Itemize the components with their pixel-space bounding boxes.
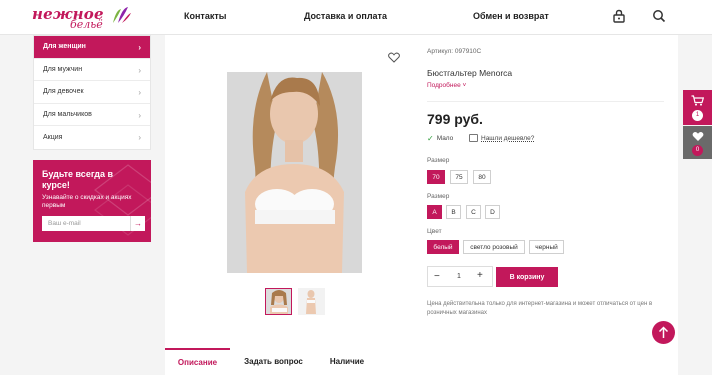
color-option[interactable]: светло розовый [463,240,525,254]
tab-description[interactable]: Описание [165,348,230,375]
size-option[interactable]: 75 [450,170,468,184]
tag-icon [469,134,478,142]
site-logo[interactable]: нежное бельё [30,4,131,32]
stock-label: Мало [436,135,454,142]
heart-icon[interactable] [388,52,400,63]
product-sku: Артикул: 097910C [427,48,482,55]
found-cheaper-link[interactable]: Нашли дешевле? [469,134,534,142]
color-option[interactable]: белый [427,240,459,254]
sidebar-item-boys[interactable]: Для мальчиков › [34,104,150,126]
plus-icon[interactable]: + [477,270,483,281]
site-header: нежное бельё Контакты Доставка и оплата … [0,0,712,35]
tab-ask-question[interactable]: Задать вопрос [232,348,315,375]
quantity-stepper: − 1 + [427,266,493,287]
product-photo [227,72,362,273]
nav-returns[interactable]: Обмен и возврат [473,11,549,21]
chevron-right-icon: › [138,133,141,142]
sidebar-item-label: Для мужчин [43,65,83,73]
arrow-up-icon [658,326,669,338]
product-price: 799 руб. [427,111,483,127]
details-link-label: Подробнее [427,82,461,89]
cup-option[interactable]: A [427,205,442,219]
chevron-right-icon: › [138,88,141,97]
chevron-down-icon: ˅ [462,82,467,89]
logo-text-bottom: бельё [70,18,103,31]
color-label: Цвет [427,228,442,235]
sidebar-item-label: Для мальчиков [43,110,92,118]
side-cart-button[interactable]: 1 [683,90,712,125]
promo-title: Будьте всегда в курсе! [42,169,113,190]
divider [427,101,664,102]
thumbnail-image [266,289,291,314]
nav-contacts[interactable]: Контакты [184,11,226,21]
product-thumbnail[interactable] [265,288,292,315]
sidebar-item-men[interactable]: Для мужчин › [34,59,150,81]
size-label: Размер [427,157,450,164]
promo-subtitle: Узнавайте о скидках и акциях первым [42,194,132,209]
size-option[interactable]: 70 [427,170,445,184]
color-option[interactable]: черный [529,240,564,254]
sidebar-item-label: Для девочек [43,88,84,96]
email-field[interactable]: Ваш e-mail [42,216,130,231]
product-main-image[interactable] [227,72,362,273]
check-icon: ✓ [427,134,434,143]
size-option[interactable]: 80 [473,170,491,184]
tab-availability[interactable]: Наличие [317,348,377,375]
cup-size-label: Размер [427,193,450,200]
add-to-cart-button[interactable]: В корзину [496,267,558,287]
stock-status: ✓ Мало [427,134,453,143]
cart-icon [691,95,704,106]
lock-icon[interactable] [612,9,626,23]
sidebar-item-girls[interactable]: Для девочек › [34,81,150,104]
chevron-right-icon: › [138,43,141,52]
product-thumbnail[interactable] [298,288,325,315]
search-icon[interactable] [652,9,666,23]
cup-option[interactable]: B [446,205,461,219]
category-menu: Для женщин › Для мужчин › Для девочек › … [33,35,151,150]
newsletter-promo: Будьте всегда в курсе! Узнавайте о скидк… [33,160,151,242]
found-cheaper-label: Нашли дешевле? [481,134,535,142]
details-link[interactable]: Подробнее ˅ [427,82,466,89]
scroll-to-top-button[interactable] [652,321,675,344]
logo-flower-icon [113,7,131,23]
sidebar-item-label: Для женщин [43,43,86,51]
chevron-right-icon: › [138,65,141,75]
quantity-value[interactable]: 1 [457,273,461,280]
chevron-right-icon: › [138,110,141,120]
subscribe-arrow-icon[interactable]: → [130,216,145,231]
cup-option[interactable]: D [485,205,500,219]
sidebar-item-women[interactable]: Для женщин › [34,36,150,59]
minus-icon[interactable]: − [434,271,440,282]
heart-icon [692,132,704,141]
side-favorites-button[interactable]: 0 [683,126,712,159]
cup-option[interactable]: C [466,205,481,219]
product-title: Бюстгальтер Menorca [427,68,513,78]
nav-delivery[interactable]: Доставка и оплата [304,11,387,21]
thumbnail-image [298,288,325,315]
sidebar-item-sale[interactable]: Акция › [34,126,150,149]
favorites-count-badge: 0 [692,145,703,156]
cart-count-badge: 1 [692,110,703,121]
sidebar-item-label: Акция [43,133,63,141]
price-disclaimer: Цена действительна только для интернет-м… [427,301,653,316]
